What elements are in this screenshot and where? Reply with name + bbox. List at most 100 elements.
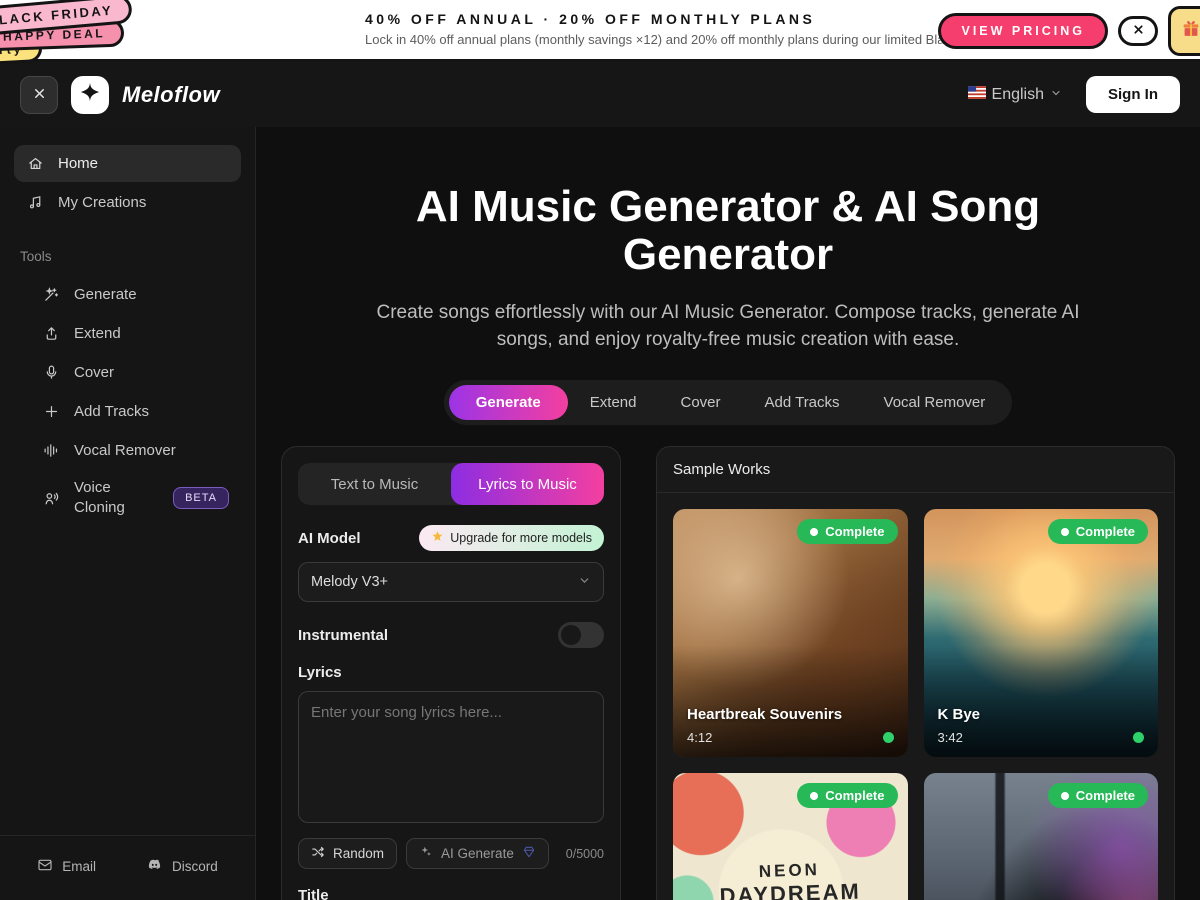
text-to-music-tab[interactable]: Text to Music xyxy=(298,463,451,505)
tab-cover[interactable]: Cover xyxy=(658,385,742,420)
model-select-value: Melody V3+ xyxy=(311,574,388,590)
instrumental-toggle[interactable] xyxy=(558,622,604,648)
page: BLACK FRIDAY HAPPY DEAL party 40% OFF AN… xyxy=(0,0,1200,900)
sidebar-item-label: Voice Cloning xyxy=(74,478,148,519)
status-label: Complete xyxy=(825,788,884,803)
sidebar-item-vocal-remover[interactable]: Vocal Remover xyxy=(14,432,241,469)
upgrade-badge[interactable]: Upgrade for more models xyxy=(419,525,604,551)
char-counter: 0/5000 xyxy=(566,847,604,861)
lyrics-label-row: Lyrics xyxy=(298,664,604,681)
ready-dot-icon xyxy=(1133,732,1144,743)
ai-model-row: AI Model Upgrade for more models xyxy=(298,525,604,551)
voice-icon xyxy=(42,490,60,507)
promo-close-button[interactable] xyxy=(1118,16,1158,46)
upload-icon xyxy=(42,325,60,342)
status-badge: Complete xyxy=(1048,519,1148,544)
sidebar-item-label: Vocal Remover xyxy=(74,442,176,459)
sidebar-item-label: Add Tracks xyxy=(74,403,149,420)
ai-generate-label: AI Generate xyxy=(441,846,514,861)
header-right: English Sign In xyxy=(968,76,1180,113)
sidebar-item-cover[interactable]: Cover xyxy=(14,354,241,391)
track-title: K Bye xyxy=(938,706,981,723)
status-dot-icon xyxy=(810,528,818,536)
lyrics-input[interactable] xyxy=(298,691,604,823)
tab-generate[interactable]: Generate xyxy=(449,385,568,420)
lyrics-to-music-tab[interactable]: Lyrics to Music xyxy=(451,463,604,505)
status-dot-icon xyxy=(810,792,818,800)
tools-section-label: Tools xyxy=(20,249,235,264)
brand-name: Meloflow xyxy=(122,82,220,108)
gift-promo-tab[interactable] xyxy=(1168,6,1200,56)
status-label: Complete xyxy=(1076,788,1135,803)
instrumental-label: Instrumental xyxy=(298,627,388,644)
sign-in-button[interactable]: Sign In xyxy=(1086,76,1180,113)
sample-card[interactable]: Complete xyxy=(924,773,1159,900)
email-icon xyxy=(37,857,53,876)
lyrics-label: Lyrics xyxy=(298,664,342,681)
tab-extend[interactable]: Extend xyxy=(568,385,659,420)
discord-icon xyxy=(146,856,163,876)
input-mode-switch: Text to Music Lyrics to Music xyxy=(298,463,604,505)
body-row: Home My Creations Tools Generate Extend xyxy=(0,127,1200,900)
us-flag-icon xyxy=(968,86,986,104)
status-dot-icon xyxy=(1061,528,1069,536)
ai-generate-button[interactable]: AI Generate xyxy=(406,838,549,869)
close-icon xyxy=(1132,23,1145,39)
sidebar-item-generate[interactable]: Generate xyxy=(14,276,241,313)
diamond-icon xyxy=(522,845,536,862)
email-label: Email xyxy=(62,859,96,874)
sidebar-item-voice-cloning[interactable]: Voice Cloning BETA xyxy=(14,471,241,526)
random-button-label: Random xyxy=(333,846,384,861)
promo-badges: BLACK FRIDAY HAPPY DEAL party xyxy=(0,0,180,62)
beta-badge: BETA xyxy=(173,487,229,509)
plus-icon xyxy=(42,403,60,420)
wand-icon xyxy=(42,286,60,303)
sample-card[interactable]: Complete K Bye 3:42 xyxy=(924,509,1159,757)
model-select[interactable]: Melody V3+ xyxy=(298,562,604,602)
sidebar-item-label: Home xyxy=(58,155,98,172)
status-dot-icon xyxy=(1061,792,1069,800)
random-button[interactable]: Random xyxy=(298,838,397,869)
tab-add-tracks[interactable]: Add Tracks xyxy=(743,385,862,420)
content-row: Text to Music Lyrics to Music AI Model U… xyxy=(281,446,1175,900)
brand-logo[interactable] xyxy=(71,76,109,114)
sample-works-panel: Sample Works Complete Heartbreak Souveni… xyxy=(656,446,1175,900)
generator-panel: Text to Music Lyrics to Music AI Model U… xyxy=(281,446,621,900)
tab-vocal-remover[interactable]: Vocal Remover xyxy=(862,385,1008,420)
title-label-row: Title xyxy=(298,887,604,900)
status-label: Complete xyxy=(1076,524,1135,539)
language-selector[interactable]: English xyxy=(968,86,1062,104)
sample-card[interactable]: NEON DAYDREAM WILD HEARTS & PLASTIC FLOW… xyxy=(673,773,908,900)
promo-text: 40% OFF ANNUAL · 20% OFF MONTHLY PLANS L… xyxy=(365,11,1023,47)
sidebar-toggle-button[interactable] xyxy=(20,76,58,114)
shuffle-icon xyxy=(311,845,325,862)
cover-art-text: NEON DAYDREAM WILD HEARTS & PLASTIC FLOW… xyxy=(673,857,908,900)
promo-actions: VIEW PRICING xyxy=(938,0,1200,62)
email-link[interactable]: Email xyxy=(37,856,96,876)
view-pricing-button[interactable]: VIEW PRICING xyxy=(938,13,1108,49)
home-icon xyxy=(26,155,44,172)
instrumental-row: Instrumental xyxy=(298,622,604,648)
sidebar-item-home[interactable]: Home xyxy=(14,145,241,182)
page-subtitle: Create songs effortlessly with our AI Mu… xyxy=(348,299,1108,354)
gift-icon xyxy=(1180,18,1200,45)
lyrics-actions: Random AI Generate 0/5000 xyxy=(298,838,604,869)
status-label: Complete xyxy=(825,524,884,539)
track-duration: 4:12 xyxy=(687,730,712,745)
sidebar-item-label: Cover xyxy=(74,364,114,381)
sidebar-item-my-creations[interactable]: My Creations xyxy=(14,184,241,221)
sidebar-item-extend[interactable]: Extend xyxy=(14,315,241,352)
status-badge: Complete xyxy=(1048,783,1148,808)
language-label: English xyxy=(992,86,1044,104)
music-note-icon xyxy=(26,194,44,211)
sidebar-item-add-tracks[interactable]: Add Tracks xyxy=(14,393,241,430)
microphone-icon xyxy=(42,364,60,381)
discord-link[interactable]: Discord xyxy=(146,856,218,876)
chevron-down-icon xyxy=(578,574,591,591)
status-badge: Complete xyxy=(797,783,897,808)
sample-works-title: Sample Works xyxy=(657,447,1174,493)
mode-tabbar: Generate Extend Cover Add Tracks Vocal R… xyxy=(444,380,1013,425)
promo-headline: 40% OFF ANNUAL · 20% OFF MONTHLY PLANS xyxy=(365,11,1023,27)
promo-banner: BLACK FRIDAY HAPPY DEAL party 40% OFF AN… xyxy=(0,0,1200,62)
sample-card[interactable]: Complete Heartbreak Souvenirs 4:12 xyxy=(673,509,908,757)
